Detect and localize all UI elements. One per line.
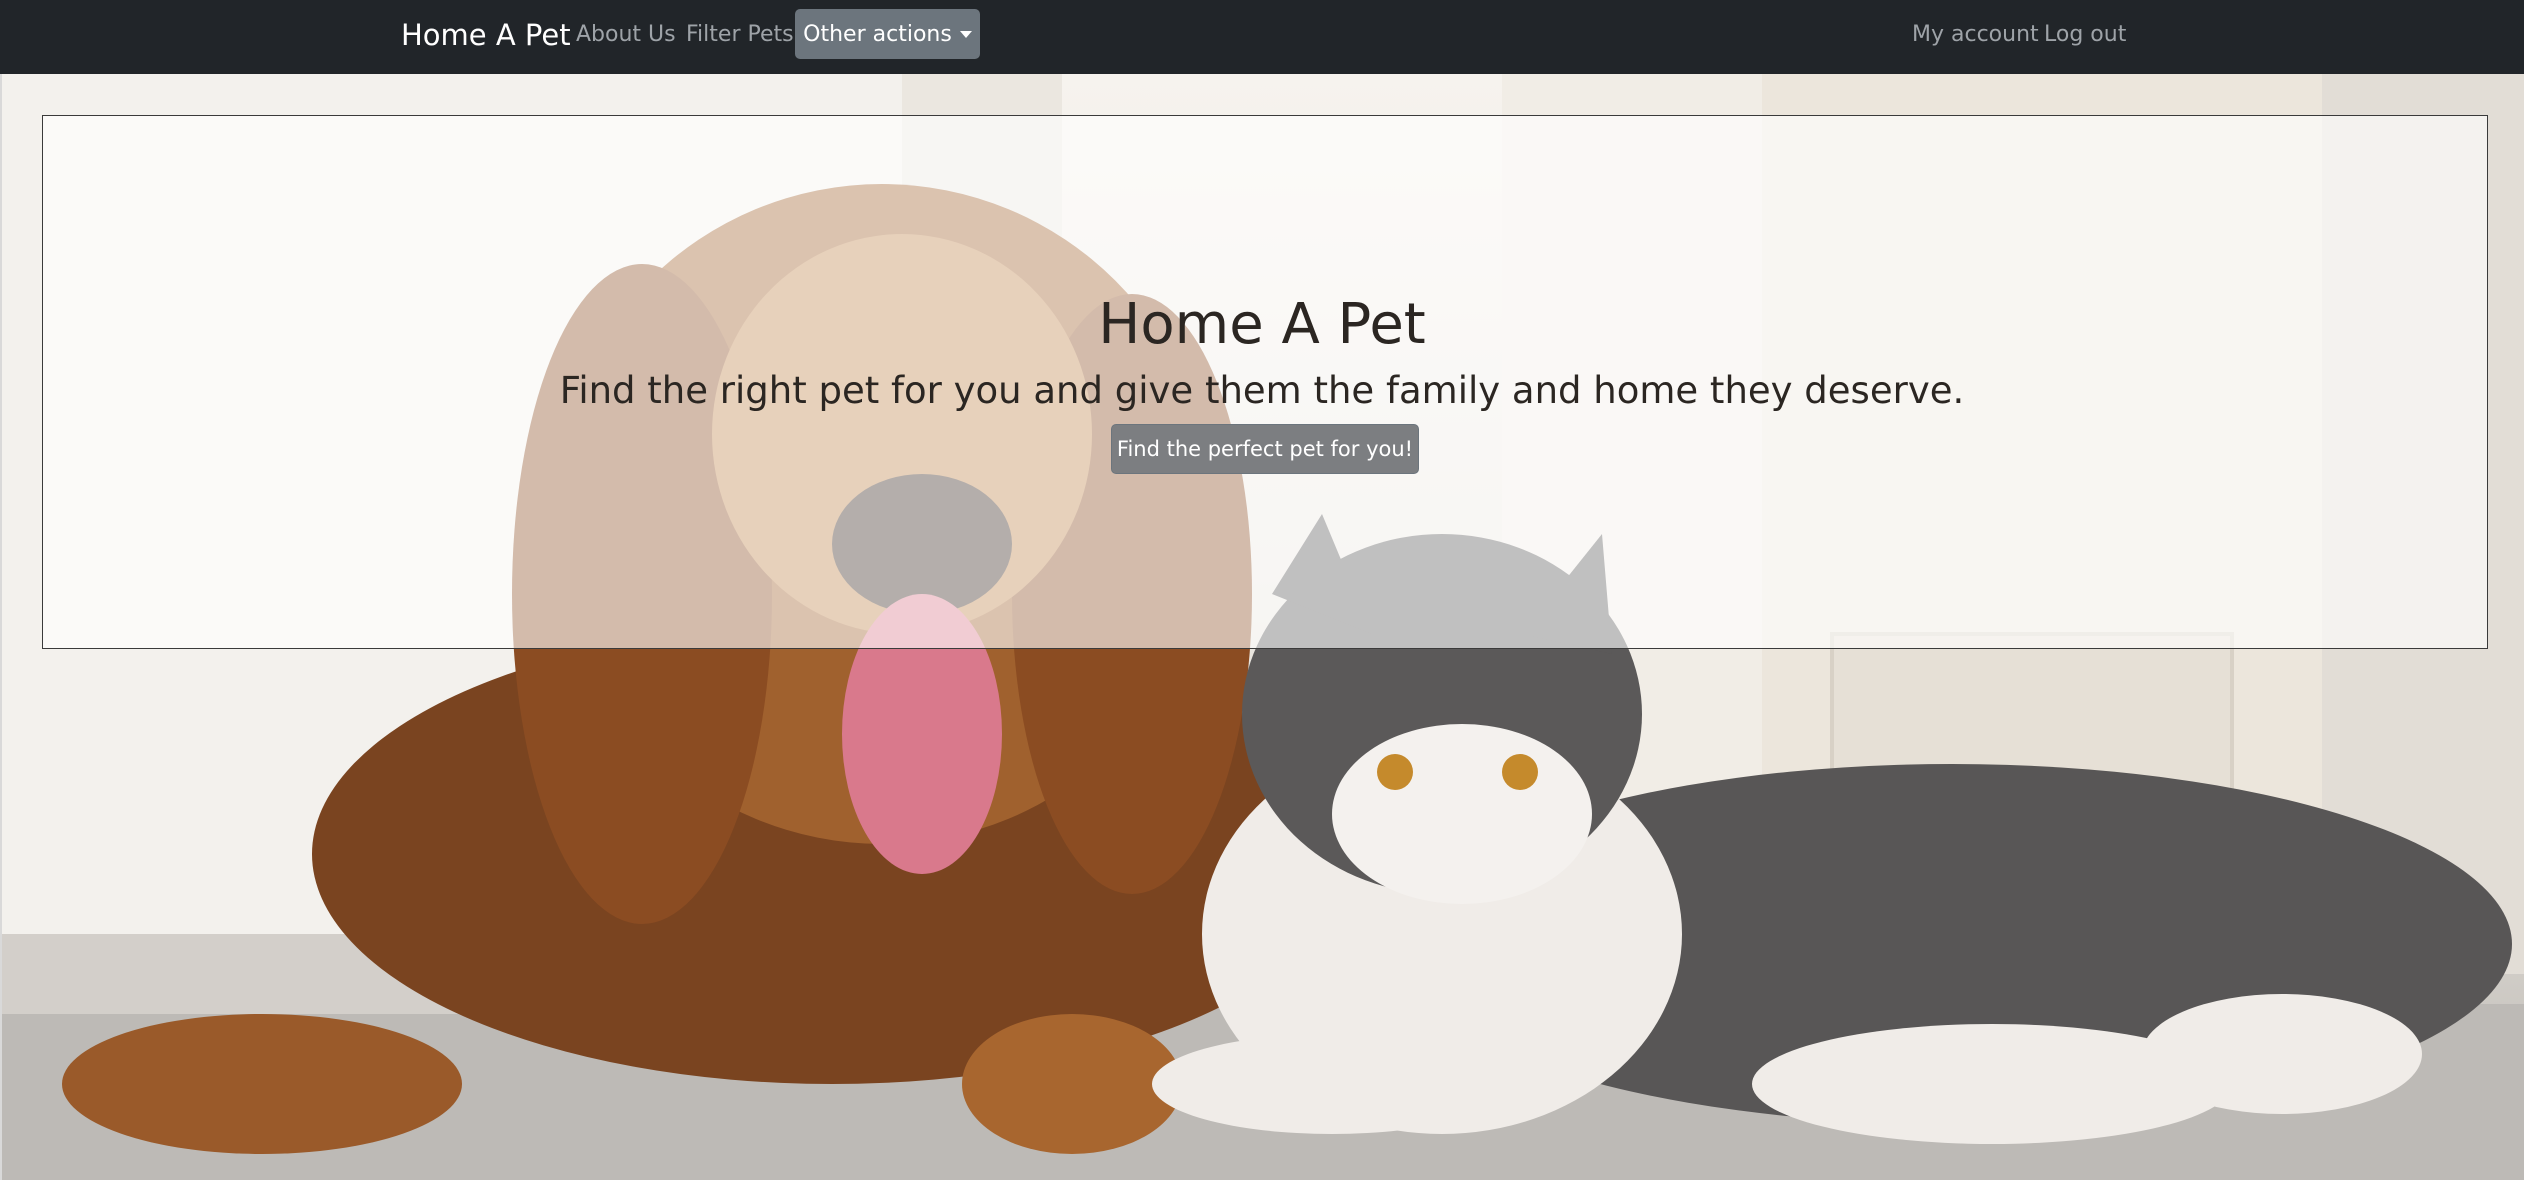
brand-link[interactable]: Home A Pet	[401, 16, 571, 54]
nav-my-account[interactable]: My account	[1912, 20, 2039, 50]
hero-subtitle: Find the right pet for you and give them…	[559, 369, 1965, 412]
top-navbar: Home A Pet About Us Filter Pets Other ac…	[0, 0, 2524, 74]
nav-log-out[interactable]: Log out	[2044, 20, 2126, 50]
other-actions-dropdown[interactable]: Other actions	[795, 9, 980, 59]
nav-about-us[interactable]: About Us	[576, 20, 676, 50]
nav-filter-pets[interactable]: Filter Pets	[686, 20, 794, 50]
caret-down-icon	[959, 30, 972, 38]
other-actions-label: Other actions	[803, 21, 952, 47]
hero-title: Home A Pet	[1098, 292, 1426, 357]
find-pet-button[interactable]: Find the perfect pet for you!	[1111, 424, 1419, 474]
